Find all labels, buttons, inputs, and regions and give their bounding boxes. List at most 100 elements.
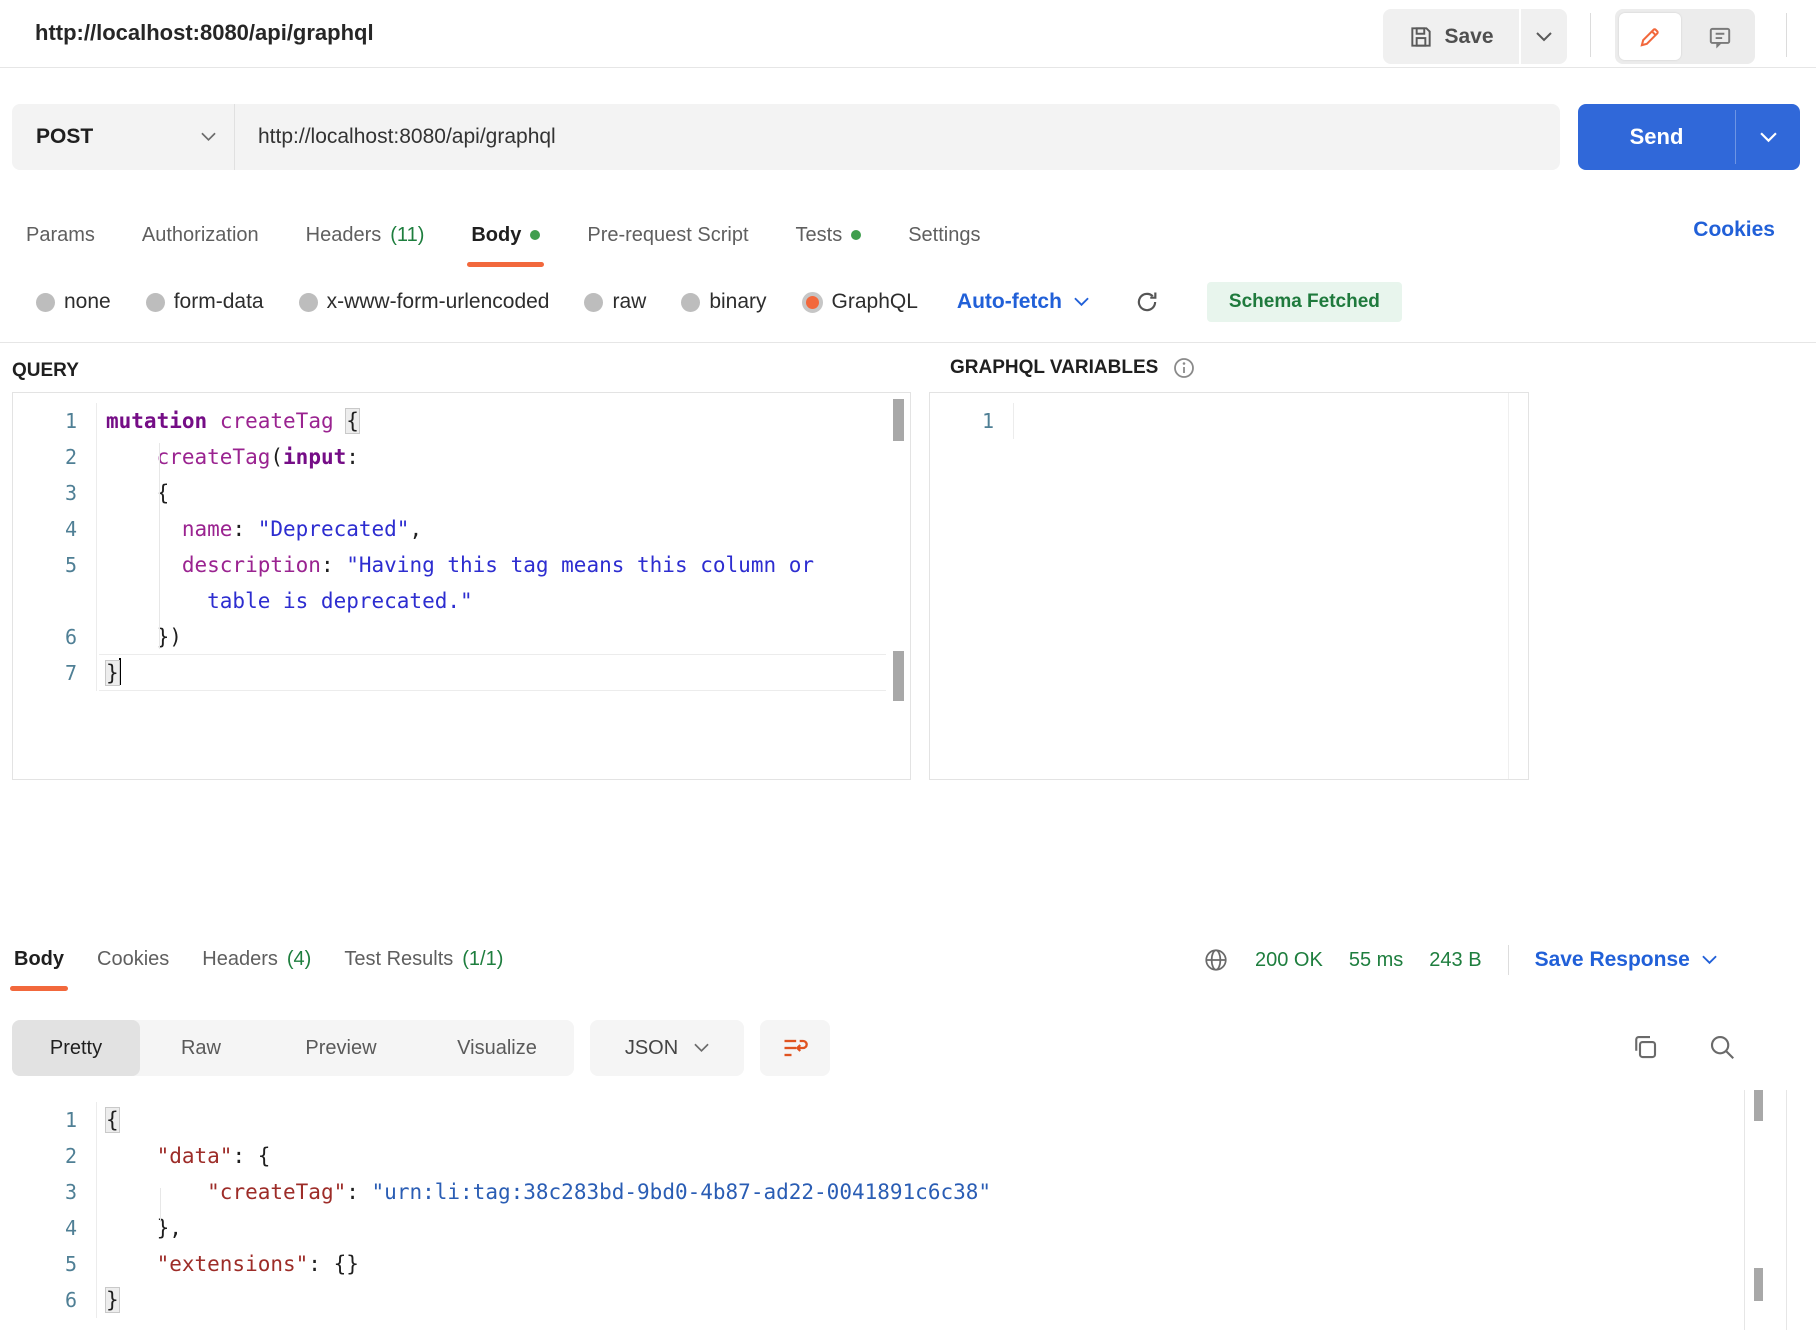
code-line: 1{	[0, 1102, 1816, 1138]
code-line: 3 {	[13, 475, 910, 511]
response-code: 1{2 "data": {3 "createTag": "urn:li:tag:…	[0, 1090, 1816, 1318]
query-section-label: QUERY	[12, 360, 79, 382]
code-line: 6 })	[13, 619, 910, 655]
search-response-button[interactable]	[1707, 1032, 1737, 1062]
save-button-label: Save	[1444, 25, 1493, 49]
query-scrollbar-cursor-mark[interactable]	[893, 651, 904, 701]
edit-mode-button[interactable]	[1619, 13, 1681, 60]
code-line: 6}	[0, 1282, 1816, 1318]
body-type-raw[interactable]: raw	[584, 290, 646, 314]
save-options-button[interactable]	[1521, 9, 1567, 64]
variables-section-header: GRAPHQL VARIABLES	[950, 356, 1196, 380]
response-tab-cookies[interactable]: Cookies	[97, 948, 169, 973]
refresh-icon	[1134, 289, 1160, 315]
response-size: 243 B	[1429, 949, 1481, 972]
send-options-button[interactable]	[1736, 104, 1800, 170]
header-bottom-border	[0, 67, 1816, 68]
response-status-bar: 200 OK 55 ms 243 B Save Response	[1203, 930, 1717, 990]
body-type-x-www-form-urlencoded[interactable]: x-www-form-urlencoded	[299, 290, 550, 314]
response-headers-count: (4)	[287, 948, 311, 971]
query-editor[interactable]: 1mutation createTag {2 createTag(input:3…	[12, 392, 911, 780]
chevron-down-icon	[1702, 955, 1717, 965]
view-visualize[interactable]: Visualize	[420, 1020, 574, 1076]
save-button-group: Save	[1383, 9, 1567, 64]
indent-guide	[160, 1188, 161, 1222]
url-input[interactable]: http://localhost:8080/api/graphql	[258, 125, 556, 149]
response-scroll-border	[1744, 1090, 1745, 1330]
method-chevron-icon[interactable]	[201, 132, 216, 142]
wrap-lines-icon	[781, 1034, 809, 1062]
chevron-down-icon	[1536, 32, 1552, 42]
response-tab-headers[interactable]: Headers(4)	[202, 948, 311, 973]
tab-settings[interactable]: Settings	[908, 224, 980, 249]
headers-count: (11)	[390, 224, 424, 247]
body-type-graphql[interactable]: GraphQL	[802, 290, 918, 314]
code-line: 4 name: "Deprecated",	[13, 511, 910, 547]
copy-response-button[interactable]	[1630, 1032, 1660, 1062]
autofetch-dropdown[interactable]: Auto-fetch	[957, 290, 1089, 314]
header-divider	[1590, 13, 1591, 57]
variables-section-label: GRAPHQL VARIABLES	[950, 357, 1158, 379]
radio-icon	[681, 293, 700, 312]
view-raw[interactable]: Raw	[140, 1020, 262, 1076]
wrap-lines-button[interactable]	[760, 1020, 830, 1076]
header-edge-divider	[1786, 13, 1787, 57]
response-scrollbar-thumb[interactable]	[1754, 1090, 1763, 1121]
tests-modified-dot	[851, 230, 861, 240]
chevron-down-icon	[1760, 132, 1777, 143]
pencil-icon	[1637, 24, 1663, 50]
view-pretty[interactable]: Pretty	[12, 1020, 140, 1076]
send-button-group: Send	[1578, 104, 1800, 170]
radio-icon	[299, 293, 318, 312]
body-type-form-data[interactable]: form-data	[146, 290, 264, 314]
tab-tests[interactable]: Tests	[796, 224, 862, 249]
code-line: 5 "extensions": {}	[0, 1246, 1816, 1282]
code-line: 2 "data": {	[0, 1138, 1816, 1174]
body-type-binary[interactable]: binary	[681, 290, 766, 314]
send-button[interactable]: Send	[1578, 104, 1735, 170]
query-scrollbar-thumb[interactable]	[893, 399, 904, 441]
code-line: 4 },	[0, 1210, 1816, 1246]
comment-mode-button[interactable]	[1685, 9, 1755, 64]
text-cursor	[119, 658, 121, 685]
copy-icon	[1630, 1032, 1660, 1062]
save-response-button[interactable]: Save Response	[1535, 948, 1717, 972]
status-divider	[1508, 945, 1509, 975]
postman-request-window: http://localhost:8080/api/graphql Save	[0, 0, 1816, 1330]
schema-status-badge: Schema Fetched	[1207, 282, 1402, 322]
query-code: 1mutation createTag {2 createTag(input:3…	[13, 393, 910, 691]
tab-pre-request-script[interactable]: Pre-request Script	[587, 224, 748, 249]
response-body-viewer[interactable]: 1{2 "data": {3 "createTag": "urn:li:tag:…	[0, 1090, 1816, 1330]
test-results-count: (1/1)	[462, 948, 503, 971]
code-line: 2 createTag(input:	[13, 439, 910, 475]
globe-icon	[1203, 947, 1229, 973]
response-view-switcher: Pretty Raw Preview Visualize	[12, 1020, 574, 1076]
section-divider	[0, 342, 1816, 343]
method-selector[interactable]: POST	[36, 125, 191, 149]
tab-headers[interactable]: Headers(11)	[306, 224, 425, 249]
search-icon	[1707, 1032, 1737, 1062]
refresh-schema-button[interactable]	[1134, 289, 1160, 315]
status-code: 200 OK	[1255, 949, 1323, 972]
radio-selected-icon	[802, 292, 823, 313]
graphql-variables-editor[interactable]: 1	[929, 392, 1529, 780]
save-button[interactable]: Save	[1383, 9, 1519, 64]
tab-body[interactable]: Body	[471, 224, 540, 249]
variables-scrollbar-track	[1508, 393, 1509, 779]
code-line: 1mutation createTag {	[13, 403, 910, 439]
info-icon[interactable]	[1172, 356, 1196, 380]
tab-authorization[interactable]: Authorization	[142, 224, 259, 249]
tab-params[interactable]: Params	[26, 224, 95, 249]
view-preview[interactable]: Preview	[262, 1020, 420, 1076]
response-tab-test-results[interactable]: Test Results(1/1)	[344, 948, 503, 973]
body-type-none[interactable]: none	[36, 290, 111, 314]
cookies-link[interactable]: Cookies	[1693, 218, 1775, 242]
body-modified-dot	[530, 230, 540, 240]
response-scrollbar-mark[interactable]	[1754, 1268, 1763, 1301]
radio-icon	[146, 293, 165, 312]
response-tab-body[interactable]: Body	[14, 948, 64, 973]
code-line: 7}	[13, 655, 910, 691]
format-selector[interactable]: JSON	[590, 1020, 744, 1076]
radio-icon	[584, 293, 603, 312]
active-line-top	[99, 654, 886, 655]
